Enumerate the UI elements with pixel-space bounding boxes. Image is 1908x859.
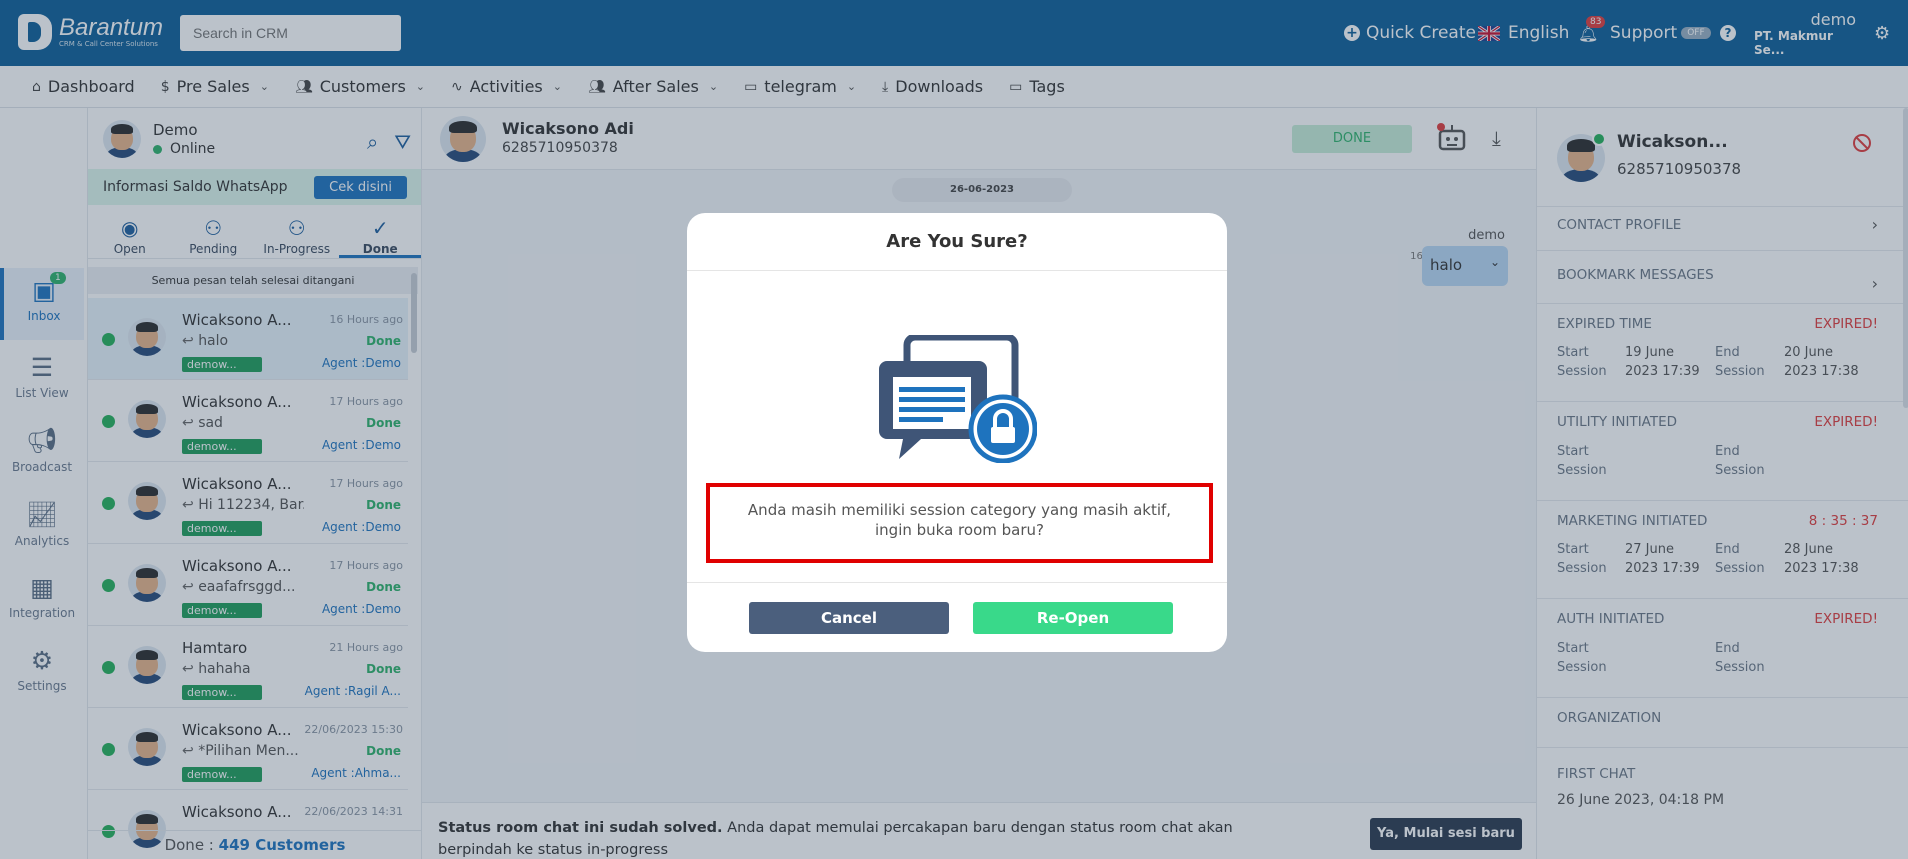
dialog-message: Anda masih memiliki session category yan… [706, 483, 1213, 563]
chat-lock-icon [879, 335, 1037, 463]
reopen-button[interactable]: Re-Open [973, 602, 1173, 634]
cancel-button[interactable]: Cancel [749, 602, 949, 634]
dialog-title: Are You Sure? [886, 231, 1028, 252]
confirm-dialog: Are You Sure? Anda masih memiliki sessio… [687, 213, 1227, 652]
